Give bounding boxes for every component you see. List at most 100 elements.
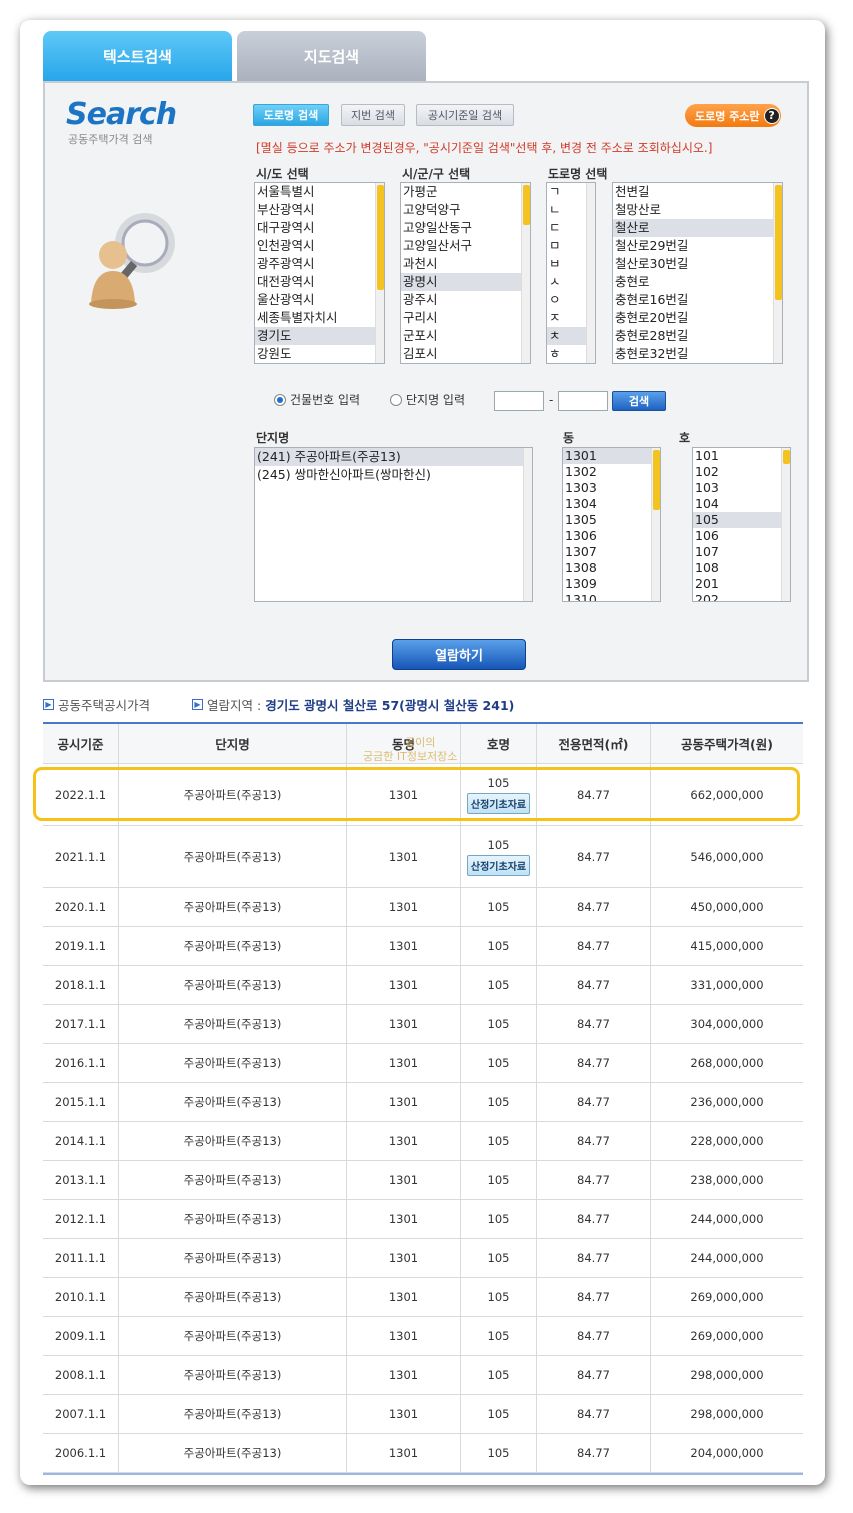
sigungu-option[interactable]: 구리시	[401, 309, 530, 327]
sigungu-option[interactable]: 과천시	[401, 255, 530, 273]
date-search-button[interactable]: 공시기준일 검색	[416, 104, 514, 126]
building-no-main-input[interactable]	[494, 391, 544, 411]
ho-option[interactable]: 103	[693, 480, 790, 496]
table-row: 2017.1.1 주공아파트(주공13) 1301 105 84.77 304,000,0…	[43, 1005, 803, 1044]
lot-search-button[interactable]: 지번 검색	[341, 104, 405, 126]
ho-option[interactable]: 201	[693, 576, 790, 592]
ho-list[interactable]: 101 102 103 104 105 106 107 108 201 202	[692, 447, 791, 602]
complex-option[interactable]: (241) 주공아파트(주공13)	[255, 448, 532, 466]
dong-option[interactable]: 1301	[563, 448, 660, 464]
sido-list[interactable]: 서울특별시 부산광역시 대구광역시 인천광역시 광주광역시 대전광역시 울산광역시 세종특별자…	[254, 182, 385, 364]
road-option[interactable]: 천변길	[613, 183, 782, 201]
table-row: 2016.1.1 주공아파트(주공13) 1301 105 84.77 268,000,0…	[43, 1044, 803, 1083]
sido-option[interactable]: 강원도	[255, 345, 384, 363]
road-address-help-button[interactable]: 도로명 주소란 ?	[685, 104, 781, 127]
ho-option[interactable]: 105	[693, 512, 790, 528]
complex-scrollbar[interactable]	[523, 448, 532, 601]
sido-option[interactable]: 부산광역시	[255, 201, 384, 219]
ho-option[interactable]: 107	[693, 544, 790, 560]
complex-option[interactable]: (245) 쌍마한신아파트(쌍마한신)	[255, 466, 532, 484]
question-icon: ?	[763, 107, 780, 124]
road-list[interactable]: 천변길 철망산로 철산로 철산로29번길 철산로30번길 충현로 충현로16번길 충현로20번…	[612, 182, 783, 364]
road-option[interactable]: 철산로29번길	[613, 237, 782, 255]
ho-option[interactable]: 106	[693, 528, 790, 544]
sigungu-scroll-thumb[interactable]	[523, 185, 530, 225]
cell-dong: 1301	[347, 1395, 461, 1433]
tab-text-search[interactable]: 텍스트검색	[43, 31, 232, 81]
breadcrumb-region-value: 경기도 광명시 철산로 57(광명시 철산동 241)	[265, 698, 515, 713]
ho-option[interactable]: 202	[693, 592, 790, 601]
sido-scroll-thumb[interactable]	[377, 185, 384, 290]
ho-option[interactable]: 102	[693, 464, 790, 480]
ho-option[interactable]: 108	[693, 560, 790, 576]
dong-option[interactable]: 1305	[563, 512, 660, 528]
detail-data-button[interactable]: 산정기초자료	[466, 854, 531, 876]
sigungu-list[interactable]: 가평군 고양덕양구 고양일산동구 고양일산서구 과천시 광명시 광주시 구리시 군포시 김포시	[400, 182, 531, 364]
sigungu-option[interactable]: 광명시	[401, 273, 530, 291]
road-option[interactable]: 철산로30번길	[613, 255, 782, 273]
road-scrollbar[interactable]	[773, 183, 782, 363]
cell-name: 주공아파트(주공13)	[119, 966, 347, 1004]
radio-building-no-dot[interactable]	[274, 393, 286, 406]
dong-option[interactable]: 1304	[563, 496, 660, 512]
dong-option[interactable]: 1302	[563, 464, 660, 480]
road-option[interactable]: 철산로	[613, 219, 782, 237]
sigungu-option[interactable]: 가평군	[401, 183, 530, 201]
cell-area: 84.77	[537, 888, 651, 926]
dong-option[interactable]: 1303	[563, 480, 660, 496]
dong-list[interactable]: 1301 1302 1303 1304 1305 1306 1307 1308 1309 1310	[562, 447, 661, 602]
dong-scrollbar[interactable]	[651, 448, 660, 601]
sigungu-option[interactable]: 김포시	[401, 345, 530, 363]
radio-complex-name[interactable]: 단지명 입력	[390, 391, 465, 408]
sido-option[interactable]: 세종특별자치시	[255, 309, 384, 327]
sido-option[interactable]: 서울특별시	[255, 183, 384, 201]
radio-building-no[interactable]: 건물번호 입력	[274, 391, 360, 408]
dong-option[interactable]: 1310	[563, 592, 660, 601]
radio-complex-name-dot[interactable]	[390, 393, 402, 406]
sigungu-option[interactable]: 고양일산서구	[401, 237, 530, 255]
tab-map-search[interactable]: 지도검색	[237, 31, 426, 81]
sido-option[interactable]: 대전광역시	[255, 273, 384, 291]
cell-area: 84.77	[537, 1434, 651, 1472]
cell-name: 주공아파트(주공13)	[119, 1161, 347, 1199]
sigungu-option[interactable]: 광주시	[401, 291, 530, 309]
complex-list[interactable]: (241) 주공아파트(주공13) (245) 쌍마한신아파트(쌍마한신)	[254, 447, 533, 602]
sido-option[interactable]: 경기도	[255, 327, 384, 345]
road-option[interactable]: 충현로28번길	[613, 327, 782, 345]
building-no-sub-input[interactable]	[558, 391, 608, 411]
ho-scrollbar[interactable]	[781, 448, 790, 601]
sido-option[interactable]: 대구광역시	[255, 219, 384, 237]
road-option[interactable]: 충현로32번길	[613, 345, 782, 363]
dong-option[interactable]: 1307	[563, 544, 660, 560]
cell-date: 2007.1.1	[43, 1395, 119, 1433]
dong-scroll-thumb[interactable]	[653, 450, 660, 510]
road-option[interactable]: 충현로20번길	[613, 309, 782, 327]
sigungu-option[interactable]: 고양덕양구	[401, 201, 530, 219]
ho-scroll-thumb[interactable]	[783, 450, 790, 464]
cell-ho: 105	[461, 1161, 537, 1199]
sido-option[interactable]: 울산광역시	[255, 291, 384, 309]
road-option[interactable]: 철망산로	[613, 201, 782, 219]
initials-list[interactable]: ㄱㄴㄷㅁㅂㅅㅇㅈㅊㅎ	[546, 182, 596, 364]
building-no-search-button[interactable]: 검색	[612, 391, 666, 411]
sigungu-option[interactable]: 고양일산동구	[401, 219, 530, 237]
ho-option[interactable]: 101	[693, 448, 790, 464]
road-option[interactable]: 충현로16번길	[613, 291, 782, 309]
sido-option[interactable]: 인천광역시	[255, 237, 384, 255]
cell-price: 228,000,000	[690, 1134, 764, 1148]
dong-option[interactable]: 1308	[563, 560, 660, 576]
dong-option[interactable]: 1306	[563, 528, 660, 544]
sido-scrollbar[interactable]	[375, 183, 384, 363]
initials-scrollbar[interactable]	[586, 183, 595, 363]
sigungu-option[interactable]: 군포시	[401, 327, 530, 345]
road-scroll-thumb[interactable]	[775, 185, 782, 300]
sigungu-scrollbar[interactable]	[521, 183, 530, 363]
table-row: 2014.1.1 주공아파트(주공13) 1301 105 84.77 228,000,0…	[43, 1122, 803, 1161]
road-search-button[interactable]: 도로명 검색	[253, 104, 329, 126]
cell-ho-value: 105	[487, 837, 510, 852]
sido-option[interactable]: 광주광역시	[255, 255, 384, 273]
ho-option[interactable]: 104	[693, 496, 790, 512]
dong-option[interactable]: 1309	[563, 576, 660, 592]
road-option[interactable]: 충현로	[613, 273, 782, 291]
view-button[interactable]: 열람하기	[392, 639, 526, 670]
